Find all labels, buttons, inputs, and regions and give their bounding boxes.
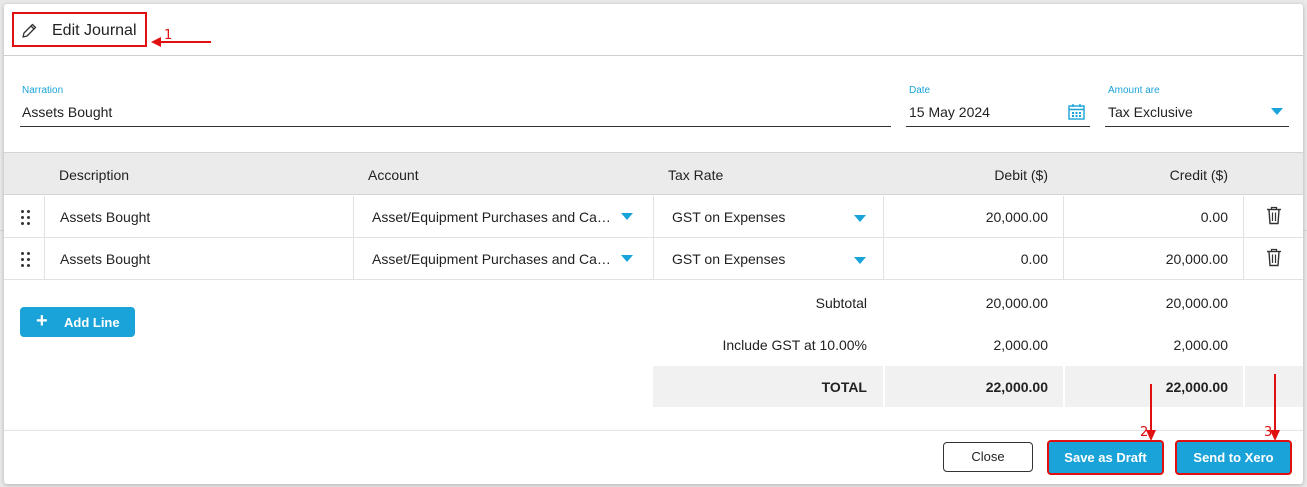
chevron-down-icon[interactable] bbox=[854, 215, 866, 222]
row-credit[interactable]: 0.00 bbox=[1078, 209, 1228, 225]
row-tax-rate-select[interactable]: GST on Expenses bbox=[672, 209, 842, 225]
header-tax-rate: Tax Rate bbox=[668, 167, 724, 183]
chevron-down-icon[interactable] bbox=[1271, 108, 1283, 115]
subtotal-debit: 20,000.00 bbox=[985, 295, 1048, 311]
trash-icon[interactable] bbox=[1266, 248, 1282, 267]
row-description[interactable]: Assets Bought bbox=[60, 209, 340, 225]
narration-underline bbox=[20, 126, 891, 127]
header-description: Description bbox=[59, 167, 130, 183]
gst-label: Include GST at 10.00% bbox=[722, 337, 868, 353]
gst-credit: 2,000.00 bbox=[1173, 337, 1229, 353]
dialog-title: Edit Journal bbox=[52, 22, 137, 39]
header-credit: Credit ($) bbox=[1169, 167, 1228, 183]
row-account-select[interactable]: Asset/Equipment Purchases and Capital Ex… bbox=[372, 251, 616, 267]
edit-journal-dialog: Edit Journal 1 Narration Assets Bought D… bbox=[4, 4, 1303, 484]
subtotal-label: Subtotal bbox=[815, 295, 867, 311]
drag-handle-icon[interactable] bbox=[20, 209, 32, 225]
save-as-draft-button[interactable]: Save as Draft bbox=[1047, 440, 1164, 475]
trash-icon[interactable] bbox=[1266, 206, 1282, 225]
date-underline bbox=[906, 126, 1090, 127]
annotation-number-2: 2 bbox=[1140, 425, 1149, 440]
dialog-header: Edit Journal 1 bbox=[4, 4, 1303, 56]
add-line-button[interactable]: + Add Line bbox=[20, 307, 135, 337]
close-button[interactable]: Close bbox=[943, 442, 1033, 472]
chevron-down-icon[interactable] bbox=[621, 213, 633, 220]
plus-icon: + bbox=[36, 310, 48, 332]
backdrop-line bbox=[1303, 230, 1307, 231]
subtotal-credit: 20,000.00 bbox=[1165, 295, 1228, 311]
total-debit: 22,000.00 bbox=[985, 379, 1048, 395]
narration-input[interactable]: Assets Bought bbox=[22, 104, 112, 120]
chevron-down-icon[interactable] bbox=[854, 257, 866, 264]
amount-are-underline bbox=[1105, 126, 1289, 127]
title-annotation-box: Edit Journal bbox=[12, 12, 147, 47]
row-debit[interactable]: 0.00 bbox=[898, 251, 1048, 267]
chevron-down-icon[interactable] bbox=[621, 255, 633, 262]
narration-label: Narration bbox=[22, 85, 64, 96]
row-debit[interactable]: 20,000.00 bbox=[898, 209, 1048, 225]
amount-are-select[interactable]: Tax Exclusive bbox=[1108, 104, 1193, 120]
header-debit: Debit ($) bbox=[994, 167, 1048, 183]
date-input[interactable]: 15 May 2024 bbox=[909, 104, 990, 120]
annotation-arrow-1 bbox=[151, 37, 211, 47]
row-tax-rate-select[interactable]: GST on Expenses bbox=[672, 251, 842, 267]
table-row: Assets Bought Asset/Equipment Purchases … bbox=[4, 238, 1303, 280]
header-account: Account bbox=[368, 167, 419, 183]
gst-debit: 2,000.00 bbox=[993, 337, 1049, 353]
annotation-number-3: 3 bbox=[1264, 425, 1273, 440]
table-header: Description Account Tax Rate Debit ($) C… bbox=[4, 152, 1303, 195]
send-to-xero-button[interactable]: Send to Xero bbox=[1175, 440, 1292, 475]
row-account-select[interactable]: Asset/Equipment Purchases and Capital Ex… bbox=[372, 209, 616, 225]
footer-divider bbox=[4, 430, 1303, 431]
add-line-label: Add Line bbox=[64, 315, 120, 330]
calendar-icon[interactable] bbox=[1068, 103, 1085, 120]
drag-handle-icon[interactable] bbox=[20, 251, 32, 267]
row-description[interactable]: Assets Bought bbox=[60, 251, 340, 267]
pencil-icon bbox=[22, 23, 37, 38]
date-label: Date bbox=[909, 85, 931, 96]
amount-are-label: Amount are bbox=[1108, 85, 1160, 96]
table-row: Assets Bought Asset/Equipment Purchases … bbox=[4, 196, 1303, 238]
row-credit[interactable]: 20,000.00 bbox=[1078, 251, 1228, 267]
total-label: TOTAL bbox=[821, 379, 867, 395]
